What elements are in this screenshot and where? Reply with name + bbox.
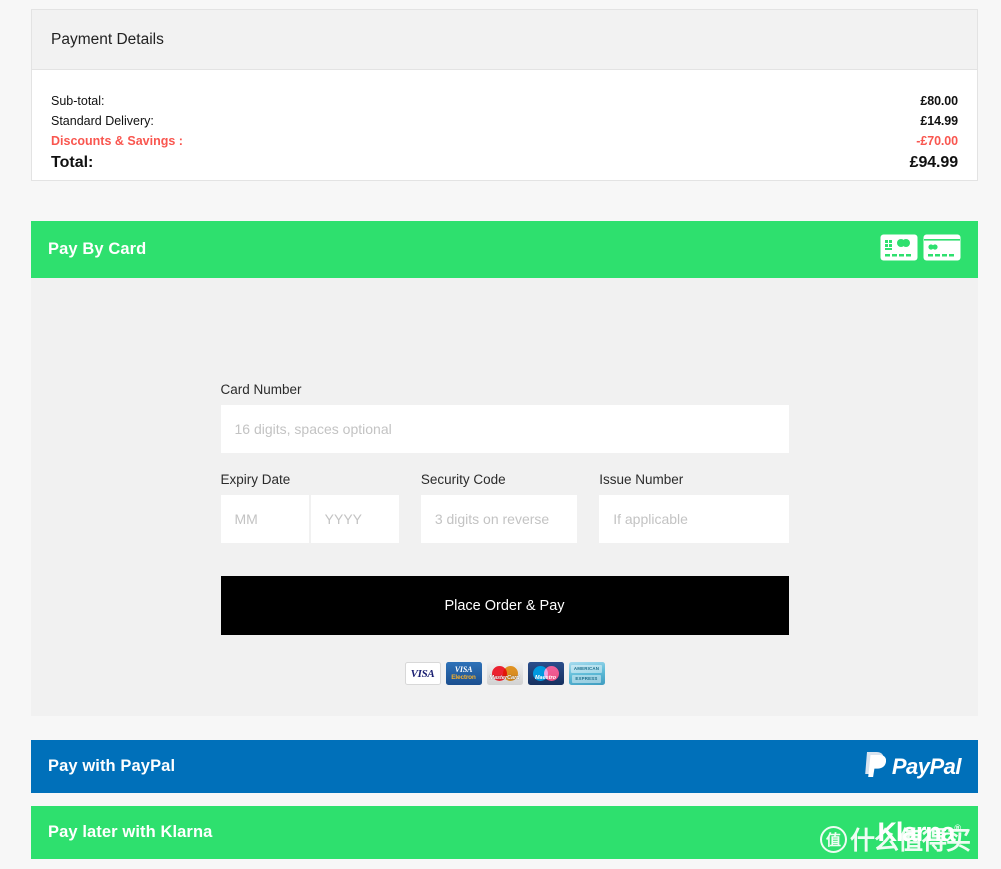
issue-number-input[interactable] [599, 495, 789, 543]
discounts-label: Discounts & Savings : [51, 134, 183, 148]
card-header-icons [880, 234, 961, 266]
card-form: Card Number Expiry Date Security Code [220, 382, 789, 685]
amex-line2: EXPRESS [572, 674, 601, 683]
subtotal-label: Sub-total: [51, 94, 105, 108]
visa-electron-icon: VISA Electron [445, 662, 482, 685]
pay-by-card-title: Pay By Card [48, 240, 147, 258]
delivery-label: Standard Delivery: [51, 114, 154, 128]
watermark-badge-icon: 值 [819, 825, 847, 853]
expiry-year-input[interactable] [310, 495, 399, 543]
expiry-month-input[interactable] [220, 495, 309, 543]
pay-later-with-klarna-section[interactable]: Pay later with Klarna Klarna® 值 什么值得买 [31, 806, 978, 859]
payment-details-body: Sub-total: £80.00 Standard Delivery: £14… [32, 70, 977, 173]
paypal-p-icon [864, 751, 886, 783]
credit-card-back-icon [923, 234, 961, 266]
place-order-and-pay-button[interactable]: Place Order & Pay [220, 576, 789, 635]
security-code-label: Security Code [420, 472, 506, 487]
pay-by-card-header[interactable]: Pay By Card [31, 221, 978, 278]
credit-card-front-icon [880, 234, 918, 266]
mastercard-logo-text: MasterCard [489, 675, 520, 681]
total-value: £94.99 [909, 154, 958, 171]
klarna-registered-mark: ® [954, 823, 961, 833]
visa-electron-line1: VISA [454, 665, 473, 674]
pay-by-card-body: Card Number Expiry Date Security Code [31, 278, 978, 716]
visa-electron-line2: Electron [451, 674, 476, 681]
pay-with-paypal-section[interactable]: Pay with PayPal PayPal [31, 740, 978, 793]
discounts-value: -£70.00 [916, 134, 958, 148]
american-express-icon: AMERICAN EXPRESS [568, 662, 605, 685]
payment-details-header: Payment Details [32, 10, 977, 70]
visa-logo-text: VISA [410, 667, 435, 680]
maestro-logo-text: Maestro [534, 675, 557, 681]
delivery-value: £14.99 [920, 114, 958, 128]
security-code-input[interactable] [420, 495, 578, 543]
summary-row-discounts: Discounts & Savings : -£70.00 [51, 131, 958, 151]
total-label: Total: [51, 154, 94, 171]
mastercard-icon: MasterCard [486, 662, 523, 685]
visa-icon: VISA [404, 662, 441, 685]
summary-row-subtotal: Sub-total: £80.00 [51, 91, 958, 111]
expiry-inputs [220, 495, 399, 543]
page-title: Payment Details [51, 30, 164, 48]
issue-number-label: Issue Number [599, 472, 684, 487]
subtotal-value: £80.00 [920, 94, 958, 108]
paypal-logo: PayPal [864, 751, 962, 783]
summary-row-delivery: Standard Delivery: £14.99 [51, 111, 958, 131]
checkout-page: Payment Details Sub-total: £80.00 Standa… [0, 0, 1001, 869]
issue-number-group: Issue Number [599, 472, 789, 543]
amex-line1: AMERICAN [570, 664, 603, 673]
pay-by-card-section: Pay By Card Card Number 16 digits, space… [31, 221, 978, 716]
klarna-title: Pay later with Klarna [48, 823, 213, 841]
paypal-title: Pay with PayPal [48, 757, 176, 775]
security-code-group: Security Code [420, 472, 578, 543]
payment-details-panel: Payment Details Sub-total: £80.00 Standa… [31, 9, 978, 181]
maestro-icon: Maestro [527, 662, 564, 685]
card-number-input[interactable] [220, 405, 789, 453]
card-detail-row: Expiry Date Security Code Issue Number [220, 472, 789, 543]
expiry-date-label: Expiry Date [220, 472, 291, 487]
accepted-card-logos: VISA VISA Electron MasterCard Maestro AM… [221, 662, 789, 685]
expiry-date-group: Expiry Date [220, 472, 399, 543]
klarna-logo-text: Klarna [877, 817, 956, 847]
klarna-logo: Klarna® [878, 817, 961, 848]
summary-row-total: Total: £94.99 [51, 153, 958, 173]
card-number-label: Card Number [220, 382, 302, 397]
paypal-logo-text: PayPal [891, 753, 962, 779]
